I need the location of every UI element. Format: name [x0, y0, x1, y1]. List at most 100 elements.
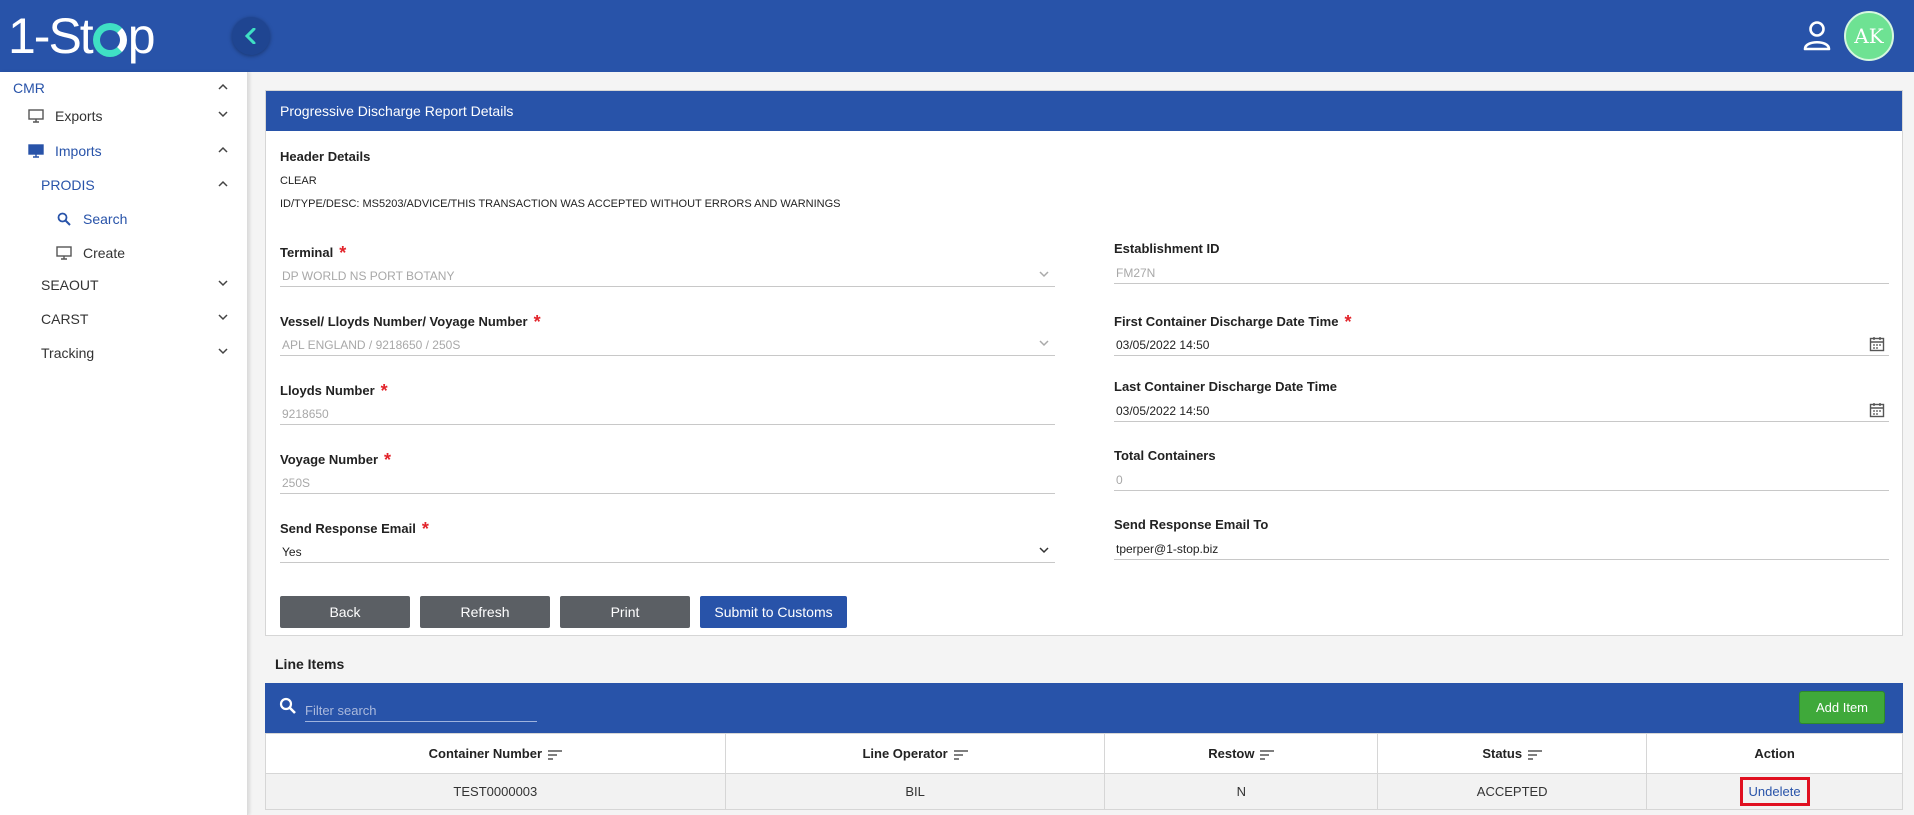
cell-container-number: TEST0000003 [265, 773, 726, 810]
required-marker: * [421, 519, 429, 539]
column-header-container-number[interactable]: Container Number [265, 733, 726, 774]
line-items-table: Container Number Line Operator Restow St… [265, 733, 1903, 810]
sidebar-item-label: Tracking [41, 345, 95, 361]
calendar-icon[interactable] [1869, 402, 1885, 418]
chevron-up-icon [218, 146, 228, 153]
column-header-status[interactable]: Status [1377, 733, 1648, 774]
email-to-label: Send Response Email To [1114, 517, 1269, 532]
back-button[interactable]: Back [280, 596, 410, 628]
lloyds-number-input[interactable]: 9218650 [280, 403, 1055, 425]
total-containers-input[interactable]: 0 [1114, 469, 1889, 491]
first-discharge-field: First Container Discharge Date Time * 03/… [1114, 310, 1889, 356]
chevron-left-icon [244, 28, 256, 44]
table-header-row: Container Number Line Operator Restow St… [265, 733, 1903, 774]
sort-icon[interactable] [1260, 749, 1275, 760]
sidebar-collapse-button[interactable] [232, 17, 270, 55]
last-discharge-field: Last Container Discharge Date Time 03/05… [1114, 379, 1889, 422]
email-to-input[interactable]: tperper@1-stop.biz [1114, 538, 1889, 560]
panel-title: Progressive Discharge Report Details [280, 103, 514, 119]
column-header-action: Action [1646, 733, 1903, 774]
cell-restow: N [1104, 773, 1379, 810]
table-row: TEST0000003 BIL N ACCEPTED Undelete [265, 773, 1903, 810]
lloyds-number-field: Lloyds Number * 9218650 [280, 379, 1055, 425]
cell-line-operator: BIL [724, 773, 1106, 810]
sidebar-item-label: CMR [13, 80, 45, 96]
vessel-label: Vessel/ Lloyds Number/ Voyage Number * [280, 312, 541, 332]
first-discharge-input[interactable]: 03/05/2022 14:50 [1114, 334, 1889, 356]
refresh-button[interactable]: Refresh [420, 596, 550, 628]
establishment-id-input[interactable]: FM27N [1114, 262, 1889, 284]
required-marker: * [533, 312, 541, 332]
header-description: ID/TYPE/DESC: MS5203/ADVICE/THIS TRANSAC… [280, 198, 841, 210]
total-containers-label: Total Containers [1114, 448, 1216, 463]
sidebar-item-create[interactable]: Create [0, 239, 248, 267]
calendar-icon[interactable] [1869, 336, 1885, 352]
sidebar-item-label: PRODIS [41, 177, 95, 193]
sidebar-item-tracking[interactable]: Tracking [0, 339, 248, 367]
sort-icon[interactable] [953, 749, 968, 760]
chevron-down-icon [1039, 271, 1049, 278]
vessel-select[interactable]: APL ENGLAND / 9218650 / 250S [280, 334, 1055, 356]
app-logo[interactable]: 1-St p [8, 8, 156, 64]
first-discharge-label: First Container Discharge Date Time * [1114, 312, 1352, 332]
avatar[interactable]: AK [1844, 11, 1894, 61]
sidebar-item-label: SEAOUT [41, 277, 99, 293]
logo-text: 1-St [8, 8, 94, 64]
header-status: CLEAR [280, 175, 317, 187]
user-icon[interactable] [1802, 20, 1832, 52]
sort-icon[interactable] [548, 749, 563, 760]
cell-status: ACCEPTED [1377, 773, 1648, 810]
send-response-email-select[interactable]: Yes [280, 541, 1055, 563]
chevron-up-icon [218, 83, 228, 90]
sidebar-item-carst[interactable]: CARST [0, 305, 248, 333]
line-items-title: Line Items [275, 656, 345, 672]
header-details-title: Header Details [280, 149, 371, 164]
voyage-number-label: Voyage Number * [280, 450, 392, 470]
sidebar-item-exports[interactable]: Exports [0, 102, 248, 130]
panel-header: Progressive Discharge Report Details [266, 91, 1902, 131]
establishment-id-label: Establishment ID [1114, 241, 1220, 256]
terminal-field: Terminal * DP WORLD NS PORT BOTANY [280, 241, 1055, 287]
chevron-down-icon [218, 348, 228, 355]
chevron-down-icon [218, 280, 228, 287]
vessel-field: Vessel/ Lloyds Number/ Voyage Number * AP… [280, 310, 1055, 356]
column-header-line-operator[interactable]: Line Operator [724, 733, 1106, 774]
monitor-icon [28, 109, 44, 123]
report-details-panel: Progressive Discharge Report Details Hea… [265, 90, 1903, 636]
sidebar-item-imports[interactable]: Imports [0, 137, 248, 165]
last-discharge-input[interactable]: 03/05/2022 14:50 [1114, 400, 1889, 422]
email-to-field: Send Response Email To tperper@1-stop.bi… [1114, 517, 1889, 560]
send-response-email-field: Send Response Email * Yes [280, 517, 1055, 563]
establishment-id-field: Establishment ID FM27N [1114, 241, 1889, 284]
sidebar-item-seaout[interactable]: SEAOUT [0, 271, 248, 299]
submit-to-customs-button[interactable]: Submit to Customs [700, 596, 847, 628]
total-containers-field: Total Containers 0 [1114, 448, 1889, 491]
column-header-restow[interactable]: Restow [1104, 733, 1379, 774]
print-button[interactable]: Print [560, 596, 690, 628]
chevron-down-icon [218, 111, 228, 118]
sort-icon[interactable] [1528, 749, 1543, 760]
chevron-down-icon [218, 314, 228, 321]
terminal-select[interactable]: DP WORLD NS PORT BOTANY [280, 265, 1055, 287]
monitor-icon [56, 246, 72, 260]
chevron-down-icon [1039, 547, 1049, 554]
logo-text-end: p [127, 8, 156, 64]
chevron-down-icon [1039, 340, 1049, 347]
sidebar-item-label: Search [83, 211, 128, 227]
sidebar-item-cmr[interactable]: CMR [0, 74, 248, 102]
sidebar-item-prodis[interactable]: PRODIS [0, 171, 248, 199]
sidebar-item-label: Exports [55, 108, 103, 124]
sidebar: CMR Exports Imports PRODIS Search Create… [0, 72, 248, 815]
required-marker: * [384, 450, 392, 470]
undelete-link[interactable]: Undelete [1739, 777, 1810, 806]
send-response-email-label: Send Response Email * [280, 519, 429, 539]
filter-search-input[interactable] [305, 700, 537, 722]
add-item-button[interactable]: Add Item [1799, 691, 1885, 724]
cell-action: Undelete [1646, 773, 1903, 810]
voyage-number-input[interactable]: 250S [280, 472, 1055, 494]
search-icon [57, 212, 71, 226]
required-marker: * [339, 243, 347, 263]
sidebar-item-search[interactable]: Search [0, 205, 248, 233]
top-bar: 1-St p AK [0, 0, 1914, 72]
sidebar-item-label: CARST [41, 311, 89, 327]
